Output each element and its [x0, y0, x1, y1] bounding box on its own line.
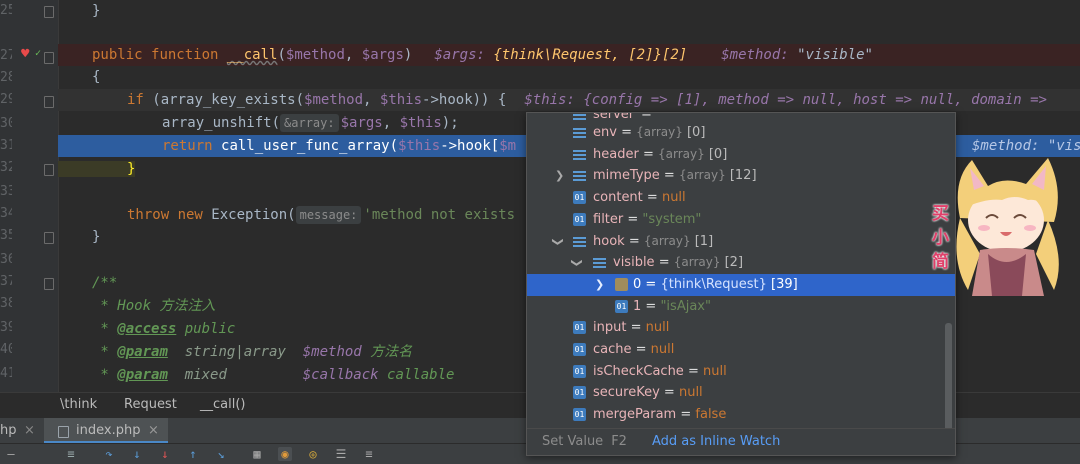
tree-row[interactable]: 01 content = null	[527, 187, 947, 209]
profiler-icon[interactable]: ◎	[306, 447, 320, 461]
tree-row-selected[interactable]: ❯ 0 = {think\Request} [39]	[527, 273, 955, 296]
code-line[interactable]: {	[58, 66, 1080, 88]
force-step-into-icon[interactable]: ↓	[158, 447, 172, 461]
fold-marker-icon[interactable]	[44, 164, 54, 176]
close-icon[interactable]: ×	[148, 418, 159, 444]
field-icon: 01	[573, 191, 586, 205]
tree-row-expanded[interactable]: ❯ hook = {array} [1]	[527, 231, 947, 253]
mascot-text: 买小简	[932, 204, 949, 272]
field-icon: 01	[573, 343, 586, 356]
chevron-right-icon[interactable]: ❯	[555, 165, 564, 187]
list-icon[interactable]: ☰	[334, 447, 348, 461]
settings-list-icon[interactable]: ≡	[362, 447, 376, 461]
breadcrumb-namespace[interactable]: \think	[60, 393, 97, 417]
chevron-down-icon[interactable]: ❯	[547, 237, 569, 246]
line-number: 36	[0, 252, 12, 267]
object-icon	[615, 277, 628, 291]
chevron-right-icon[interactable]: ❯	[595, 274, 604, 296]
tab-partial[interactable]: hp	[0, 418, 17, 444]
line-number: 30	[0, 116, 12, 131]
line-number: 32	[0, 160, 12, 175]
line-number-gutter[interactable]: 25 27 28 29 30 31 32 33 34 35 36 37 38 3…	[0, 0, 59, 392]
line-number: 33	[0, 184, 12, 199]
popup-footer: Set Value F2 Add as Inline Watch	[527, 428, 955, 455]
step-into-icon[interactable]: ↓	[130, 447, 144, 461]
fold-marker-icon[interactable]	[44, 96, 54, 108]
line-number: 40	[0, 342, 12, 357]
line-number: 34	[0, 206, 12, 221]
tree-row[interactable]: 01 isCheckCache = null	[527, 361, 947, 383]
line-number: 38	[0, 296, 12, 311]
lines-icon[interactable]: ≡	[64, 447, 78, 461]
php-file-icon	[58, 426, 69, 438]
evaluate-icon[interactable]: ▦	[250, 447, 264, 461]
tree-row[interactable]: 01 input = null	[527, 317, 947, 339]
field-icon: 01	[573, 386, 586, 400]
popup-scrollbar[interactable]	[945, 323, 952, 433]
tree-row[interactable]: 01 1 = "isAjax"	[527, 296, 947, 318]
line-number: 25	[0, 3, 12, 18]
field-icon: 01	[573, 321, 586, 335]
add-inline-watch-link[interactable]: Add as Inline Watch	[652, 429, 780, 455]
tree-row[interactable]: env = {array} [0]	[527, 122, 947, 144]
tree-row[interactable]: 01 secureKey = null	[527, 382, 947, 404]
field-icon: 01	[615, 299, 628, 313]
line-number: 39	[0, 320, 12, 335]
breakpoint-check-icon: ✓	[35, 48, 42, 59]
run-to-cursor-icon[interactable]: ↘	[214, 447, 228, 461]
field-icon: 01	[573, 212, 586, 226]
step-out-icon[interactable]: ↑	[186, 447, 200, 461]
tree-row-expandable[interactable]: ❯ mimeType = {array} [12]	[527, 165, 947, 187]
array-icon	[573, 169, 586, 182]
fold-marker-icon[interactable]	[44, 52, 54, 64]
debugger-variables-popup: server = env = {array} [0] header = {arr…	[526, 112, 956, 456]
parameter-hint: &array:	[280, 114, 339, 132]
line-number: 35	[0, 228, 12, 243]
array-icon	[593, 256, 606, 269]
field-icon: 01	[573, 408, 586, 422]
fold-marker-icon[interactable]	[44, 232, 54, 244]
mascot-image: 买小简	[932, 150, 1080, 300]
set-value-action[interactable]: Set Value F2	[542, 429, 627, 455]
breakpoint-icon[interactable]: ♥	[21, 46, 29, 62]
line-number: 31	[0, 138, 12, 153]
field-icon: 01	[573, 364, 586, 378]
fold-marker-icon[interactable]	[44, 6, 54, 18]
tree-row[interactable]: 01 filter = "system"	[527, 209, 947, 231]
code-line[interactable]: }	[58, 0, 1080, 22]
line-number: 41	[0, 366, 12, 381]
breadcrumb-method[interactable]: __call()	[200, 393, 245, 417]
tree-row[interactable]: 01 mergeParam = false	[527, 404, 947, 426]
close-icon[interactable]: ×	[24, 418, 35, 444]
fold-marker-icon[interactable]	[44, 278, 54, 290]
tree-row[interactable]: 01 cache = null	[527, 339, 947, 361]
step-over-icon[interactable]: ↷	[102, 447, 116, 461]
code-line-breakpoint[interactable]: public function __call($method, $args) $a…	[58, 44, 1080, 66]
tab-index-php[interactable]: index.php ×	[44, 418, 168, 444]
tree-row-expanded[interactable]: ❯ visible = {array} [2]	[527, 252, 947, 274]
breadcrumb-class[interactable]: Request	[124, 393, 177, 417]
array-icon	[573, 235, 586, 248]
tree-row[interactable]: header = {array} [0]	[527, 144, 947, 166]
chevron-down-icon[interactable]: ❯	[566, 258, 588, 267]
array-icon	[573, 113, 586, 121]
array-icon	[573, 126, 586, 139]
watch-icon[interactable]: ◉	[278, 447, 292, 461]
line-number: 27	[0, 48, 12, 63]
code-line[interactable]: if (array_key_exists($method, $this->hoo…	[58, 89, 1080, 111]
step-icon[interactable]: —	[4, 447, 18, 461]
array-icon	[573, 148, 586, 161]
line-number: 28	[0, 70, 12, 85]
parameter-hint: message:	[295, 206, 362, 224]
line-number: 29	[0, 92, 12, 107]
line-number: 37	[0, 274, 12, 289]
tab-label: index.php	[76, 423, 141, 438]
